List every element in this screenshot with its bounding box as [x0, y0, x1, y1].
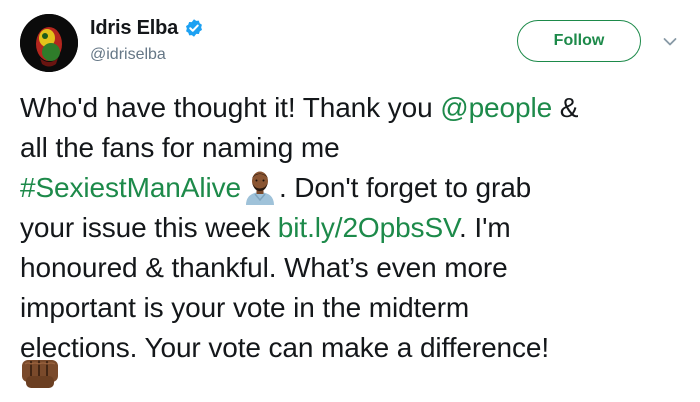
display-name[interactable]: Idris Elba [90, 17, 178, 40]
chevron-down-icon[interactable] [663, 36, 677, 48]
tweet-text-segment: . I'm [459, 212, 511, 243]
tweet-line: elections. Your vote can make a differen… [20, 328, 690, 368]
tweet-text-segment: Who'd have thought it! Thank you [20, 92, 441, 123]
tweet-line: your issue this week bit.ly/2OpbsSV. I'm [20, 208, 690, 248]
mention-link[interactable]: @people [440, 92, 552, 123]
profile-avatar[interactable] [20, 14, 78, 72]
verified-badge-icon [184, 18, 204, 38]
tweet-line: #SexiestManAlive . Don't forget to grab [20, 168, 690, 208]
tweet-text: Who'd have thought it! Thank you @people… [20, 88, 690, 368]
display-name-row: Idris Elba [90, 16, 204, 40]
tweet-line: honoured & thankful. What’s even more [20, 248, 690, 288]
url-link[interactable]: bit.ly/2OpbsSV [278, 212, 459, 243]
tweet-line: important is your vote in the midterm [20, 288, 690, 328]
tweet-text-segment: your issue this week [20, 212, 278, 243]
tweet-text-segment: & [552, 92, 579, 123]
tweet-text-segment: all the fans for naming me [20, 132, 340, 163]
tweet-text-segment: honoured & thankful. What’s even more [20, 252, 508, 283]
hashtag-link[interactable]: #SexiestManAlive [20, 172, 241, 203]
oncoming-fist-icon [22, 360, 58, 388]
tweet-text-segment: important is your vote in the midterm [20, 292, 470, 323]
tweet-text-segment: . Don't forget to grab [278, 172, 532, 203]
man-emoji-icon [242, 169, 278, 205]
tweet-card: Idris Elba @idriselba Follow Who'd have … [0, 0, 700, 402]
follow-button[interactable]: Follow [517, 20, 641, 62]
tweet-line: all the fans for naming me [20, 128, 690, 168]
tweet-line: Who'd have thought it! Thank you @people… [20, 88, 690, 128]
user-handle[interactable]: @idriselba [90, 46, 204, 64]
tweet-text-segment: elections. Your vote can make a differen… [20, 332, 550, 363]
user-info: Idris Elba @idriselba [90, 16, 204, 64]
